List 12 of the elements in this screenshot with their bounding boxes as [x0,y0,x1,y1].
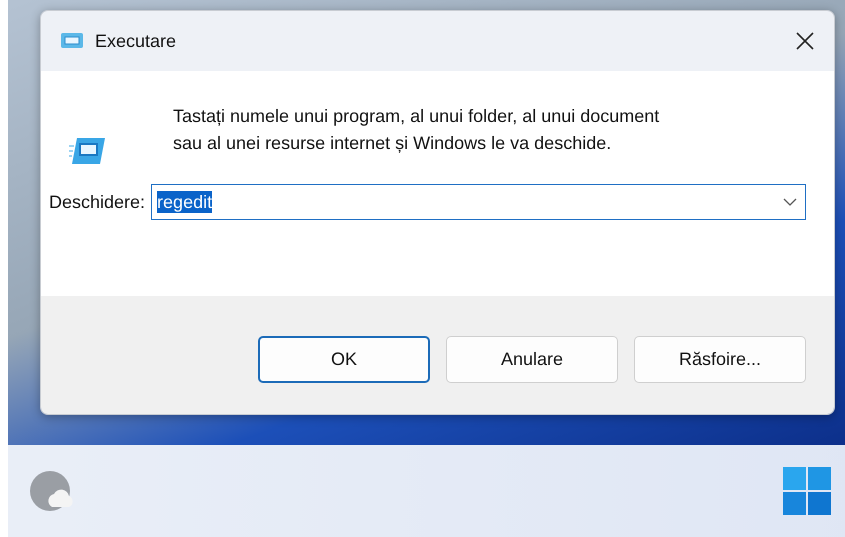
window-title: Executare [95,30,178,52]
open-label: Deschidere: [49,192,146,212]
command-combobox[interactable]: regedit [151,184,806,220]
dialog-button[interactable]: OK [258,336,430,383]
dialog-button[interactable]: Răsfoire... [634,336,806,383]
run-app-icon [69,136,107,166]
close-icon[interactable] [795,31,815,51]
start-icon[interactable] [783,467,831,515]
dialog-button[interactable]: Anulare [446,336,618,383]
window-app-icon [59,31,85,51]
dropdown-chevron-icon[interactable] [783,198,797,206]
instruction-text: Tastați numele unui program, al unui folder, al unui document sau al unei resurse internet și Windows le va deschide. [173,105,660,155]
